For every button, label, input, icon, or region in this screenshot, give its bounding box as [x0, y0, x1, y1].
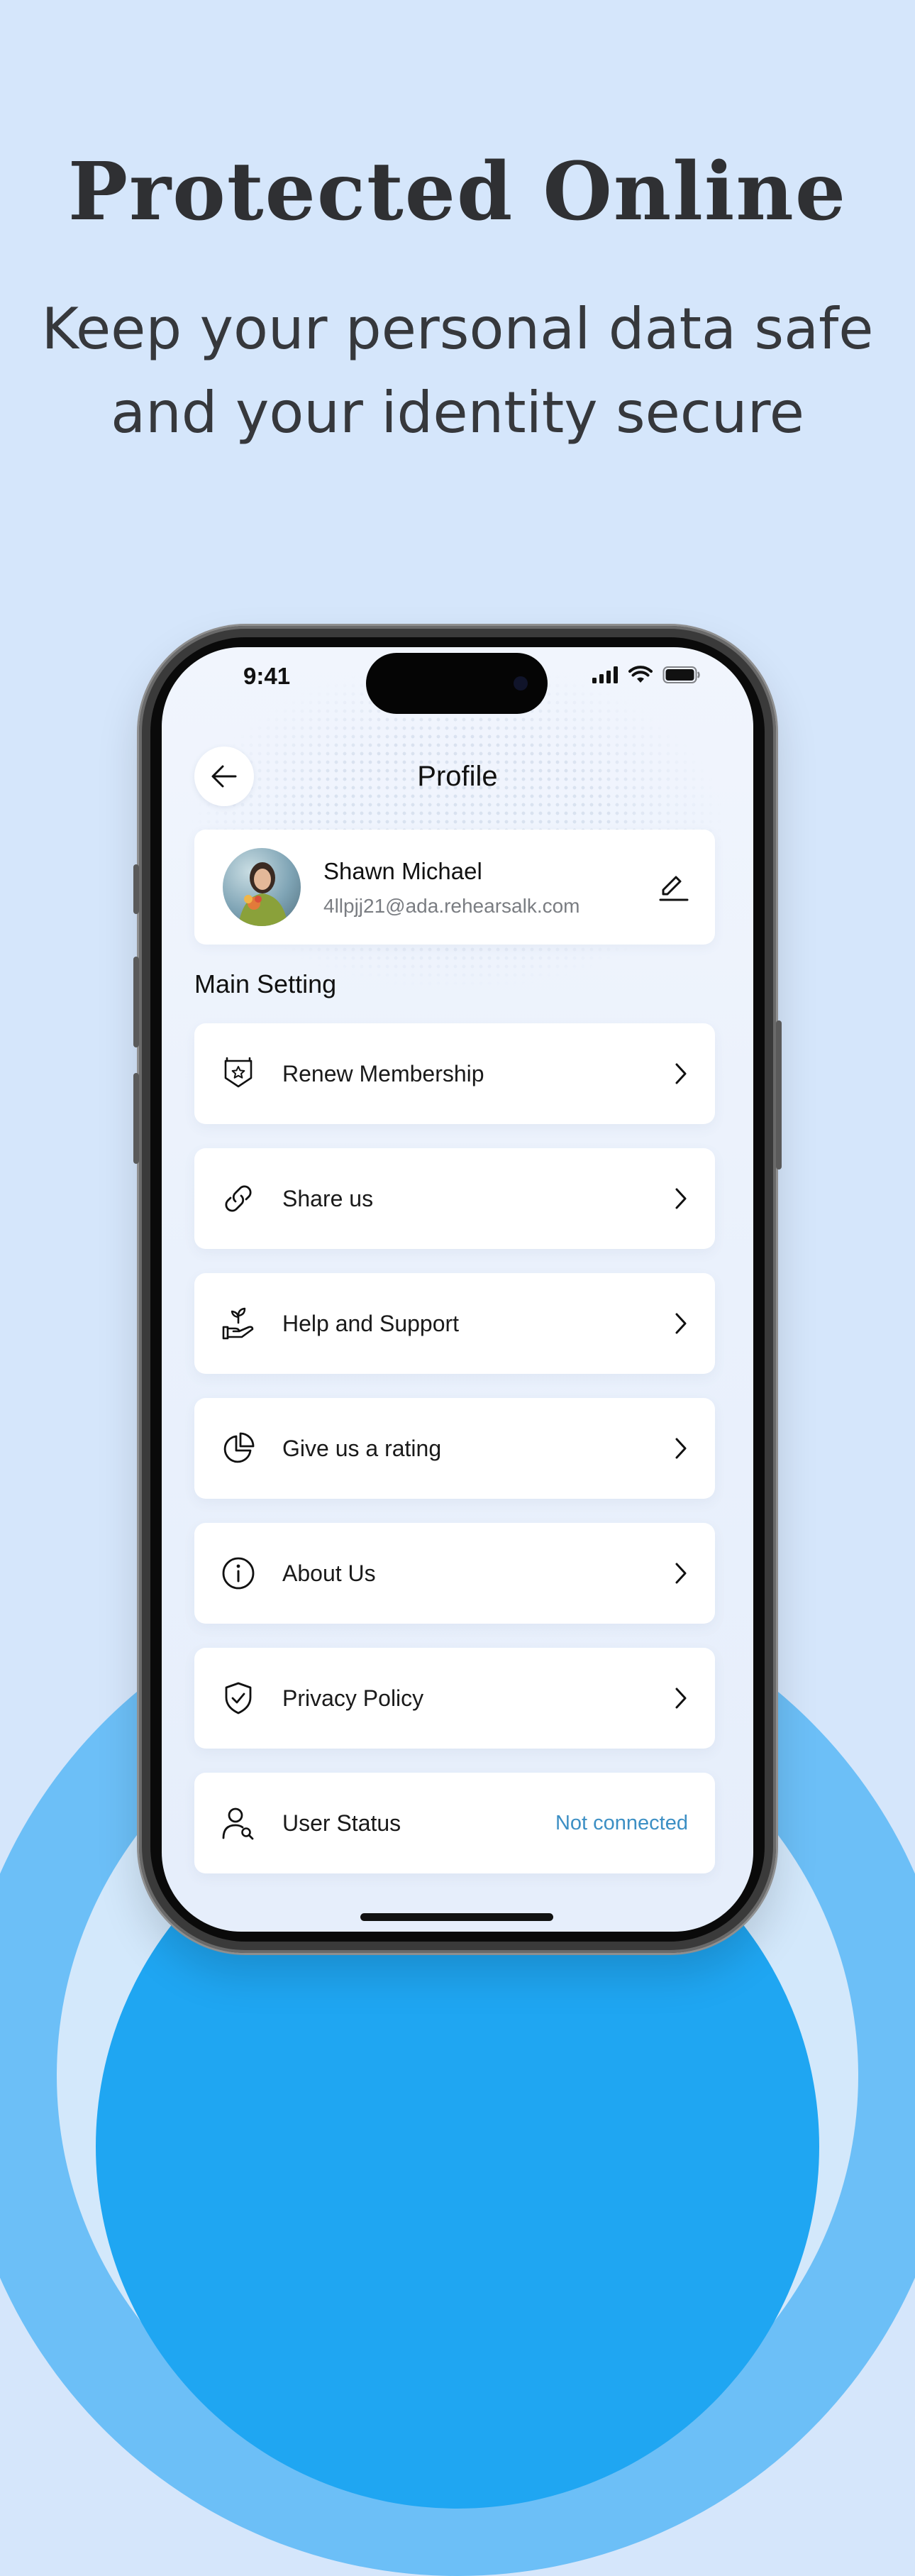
avatar[interactable] — [223, 848, 301, 926]
user-status-value: Not connected — [555, 1811, 688, 1834]
signal-icon — [592, 666, 618, 683]
phone-screen: 9:41 Profile Shawn Michael 4llpjj21@ada.… — [162, 647, 753, 1932]
user-search-icon — [217, 1802, 260, 1844]
menu-item-privacy-policy[interactable]: Privacy Policy — [194, 1648, 715, 1749]
mute-switch — [133, 864, 139, 914]
profile-email: 4llpjj21@ada.rehearsalk.com — [323, 895, 580, 917]
home-indicator — [360, 1913, 553, 1921]
volume-down-button — [133, 1073, 139, 1164]
headline: Protected Online — [67, 145, 848, 238]
menu-label: Help and Support — [282, 1310, 460, 1336]
pie-chart-icon — [217, 1427, 260, 1470]
info-icon — [217, 1552, 260, 1595]
menu-item-about-us[interactable]: About Us — [194, 1523, 715, 1624]
power-button — [776, 1020, 782, 1169]
chevron-right-icon — [667, 1059, 695, 1088]
dynamic-island — [366, 653, 548, 714]
page-title: Profile — [417, 761, 498, 792]
subheadline: Keep your personal data safe and your id… — [0, 287, 915, 455]
badge-star-icon — [217, 1052, 260, 1095]
menu-item-give-rating[interactable]: Give us a rating — [194, 1398, 715, 1499]
subheadline-line-2: and your identity secure — [111, 380, 804, 446]
subheadline-line-1: Keep your personal data safe — [41, 296, 874, 362]
edit-profile-button[interactable] — [654, 868, 694, 908]
menu-label: Share us — [282, 1185, 374, 1211]
section-title: Main Setting — [194, 969, 337, 998]
chevron-right-icon — [667, 1434, 695, 1463]
chevron-right-icon — [667, 1559, 695, 1587]
menu-label: About Us — [282, 1560, 376, 1586]
profile-name: Shawn Michael — [323, 858, 482, 884]
menu-item-help-support[interactable]: Help and Support — [194, 1273, 715, 1374]
menu-label: Give us a rating — [282, 1435, 442, 1461]
menu-label: User Status — [282, 1810, 401, 1836]
status-time: 9:41 — [243, 663, 291, 689]
menu-label: Privacy Policy — [282, 1685, 424, 1711]
front-camera — [514, 676, 528, 690]
edit-icon — [659, 876, 689, 901]
status-icons — [592, 666, 701, 684]
menu-item-renew-membership[interactable]: Renew Membership — [194, 1023, 715, 1124]
chevron-right-icon — [667, 1309, 695, 1338]
profile-card[interactable]: Shawn Michael 4llpjj21@ada.rehearsalk.co… — [194, 830, 715, 945]
chevron-right-icon — [667, 1184, 695, 1213]
battery-icon — [662, 666, 700, 683]
chevron-right-icon — [667, 1684, 695, 1712]
volume-up-button — [133, 957, 139, 1047]
menu-item-share-us[interactable]: Share us — [194, 1148, 715, 1249]
avatar-photo — [238, 862, 288, 926]
menu-label: Renew Membership — [282, 1060, 484, 1086]
link-icon — [217, 1177, 260, 1220]
shield-check-icon — [217, 1677, 260, 1719]
menu-item-user-status[interactable]: User Status Not connected — [194, 1773, 715, 1873]
hand-plant-icon — [217, 1302, 260, 1345]
wifi-icon — [628, 666, 653, 683]
